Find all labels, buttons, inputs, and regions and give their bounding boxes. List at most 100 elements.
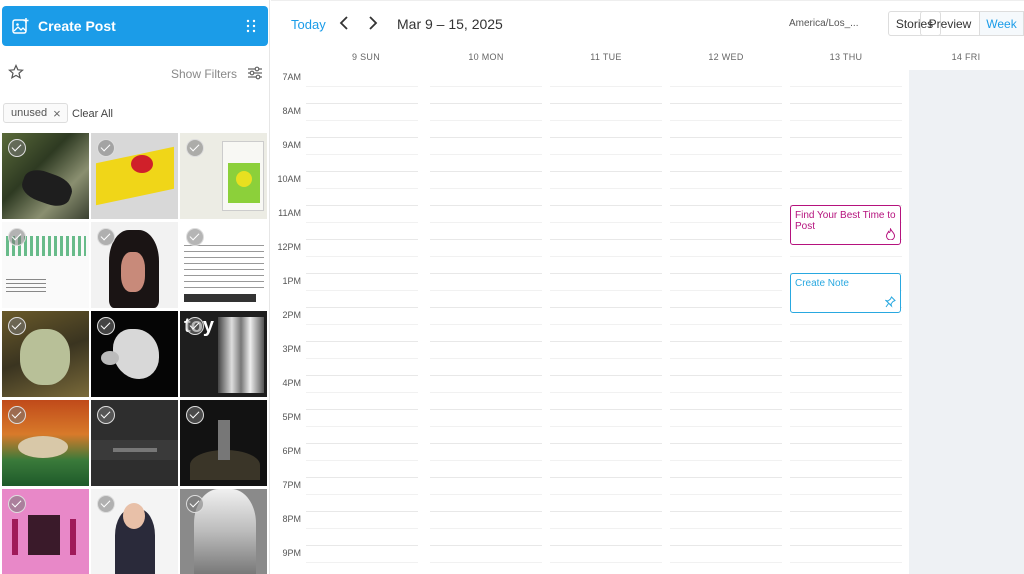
grip-icon[interactable] (246, 19, 256, 33)
create-post-button[interactable]: Create Post (2, 6, 268, 46)
half-hour-line (430, 154, 542, 155)
hour-line (670, 545, 782, 546)
sliders-icon[interactable] (247, 65, 263, 81)
filter-row: Show Filters (0, 62, 270, 86)
hour-line (430, 239, 542, 240)
preview-button[interactable]: Preview (920, 11, 980, 36)
hour-line (550, 375, 662, 376)
half-hour-line (550, 392, 662, 393)
view-toggle: Preview Week (920, 11, 1024, 36)
check-icon[interactable] (8, 406, 26, 424)
media-tile[interactable] (180, 400, 267, 486)
hour-line (670, 443, 782, 444)
today-button[interactable]: Today (291, 17, 326, 32)
media-tile[interactable] (2, 222, 89, 308)
week-button[interactable]: Week (979, 11, 1024, 36)
best-time-event[interactable]: Find Your Best Time to Post (790, 205, 901, 245)
hour-line (550, 171, 662, 172)
clear-all-button[interactable]: Clear All (72, 108, 113, 120)
hour-line (670, 103, 782, 104)
check-icon[interactable] (8, 495, 26, 513)
media-tile[interactable] (91, 311, 178, 397)
check-icon[interactable] (97, 495, 115, 513)
hour-label: 9PM (282, 548, 301, 558)
half-hour-line (306, 290, 418, 291)
check-icon[interactable] (186, 317, 204, 335)
hour-line (306, 409, 418, 410)
hour-line (670, 375, 782, 376)
check-icon[interactable] (97, 317, 115, 335)
create-note-event[interactable]: Create Note (790, 273, 901, 313)
half-hour-line (670, 392, 782, 393)
media-tile[interactable] (91, 222, 178, 308)
half-hour-line (670, 290, 782, 291)
check-icon[interactable] (97, 228, 115, 246)
hour-line (306, 341, 418, 342)
half-hour-line (306, 358, 418, 359)
hour-label: 7AM (282, 72, 301, 82)
check-icon[interactable] (97, 139, 115, 157)
hour-line (550, 137, 662, 138)
check-icon[interactable] (8, 317, 26, 335)
check-icon[interactable] (186, 406, 204, 424)
half-hour-line (790, 562, 902, 563)
day-header: 11 TUE (590, 52, 622, 62)
half-hour-line (550, 154, 662, 155)
half-hour-line (670, 120, 782, 121)
half-hour-line (550, 528, 662, 529)
chevron-right-icon[interactable] (366, 15, 380, 31)
check-icon[interactable] (186, 228, 204, 246)
hour-line (306, 375, 418, 376)
check-icon[interactable] (186, 139, 204, 157)
hour-line (670, 409, 782, 410)
show-filters-button[interactable]: Show Filters (171, 67, 237, 81)
hour-line (430, 103, 542, 104)
close-icon[interactable]: × (53, 106, 61, 121)
half-hour-line (790, 358, 902, 359)
check-icon[interactable] (97, 406, 115, 424)
hour-line (306, 239, 418, 240)
check-icon[interactable] (186, 495, 204, 513)
check-icon[interactable] (8, 228, 26, 246)
media-tile[interactable] (180, 489, 267, 574)
hour-label: 4PM (282, 378, 301, 388)
half-hour-line (306, 426, 418, 427)
half-hour-line (670, 154, 782, 155)
star-icon[interactable] (8, 64, 24, 80)
half-hour-line (430, 86, 542, 87)
hour-line (430, 545, 542, 546)
hour-line (670, 273, 782, 274)
half-hour-line (670, 426, 782, 427)
media-tile[interactable] (180, 222, 267, 308)
half-hour-line (790, 120, 902, 121)
media-tile[interactable] (91, 400, 178, 486)
half-hour-line (550, 324, 662, 325)
hour-line (430, 477, 542, 478)
chevron-left-icon[interactable] (337, 15, 351, 31)
hour-line (670, 511, 782, 512)
media-tile[interactable] (91, 133, 178, 219)
media-tile[interactable] (2, 133, 89, 219)
media-tile[interactable] (2, 400, 89, 486)
check-icon[interactable] (8, 139, 26, 157)
half-hour-line (550, 460, 662, 461)
media-tile[interactable] (91, 489, 178, 574)
half-hour-line (430, 290, 542, 291)
day-header: 13 THU (829, 52, 863, 62)
hour-line (430, 511, 542, 512)
hour-label: 10AM (277, 174, 301, 184)
half-hour-line (306, 562, 418, 563)
day-header: 12 WED (708, 52, 744, 62)
timezone-selector[interactable]: America/Los_... (789, 18, 858, 29)
media-tile[interactable] (180, 133, 267, 219)
half-hour-line (550, 120, 662, 121)
media-tile[interactable] (2, 311, 89, 397)
hour-line (306, 205, 418, 206)
hour-label: 6PM (282, 446, 301, 456)
half-hour-line (306, 256, 418, 257)
hour-line (306, 545, 418, 546)
media-tile[interactable] (2, 489, 89, 574)
media-tile[interactable]: toy (180, 311, 267, 397)
half-hour-line (430, 460, 542, 461)
hour-label: 1PM (282, 276, 301, 286)
